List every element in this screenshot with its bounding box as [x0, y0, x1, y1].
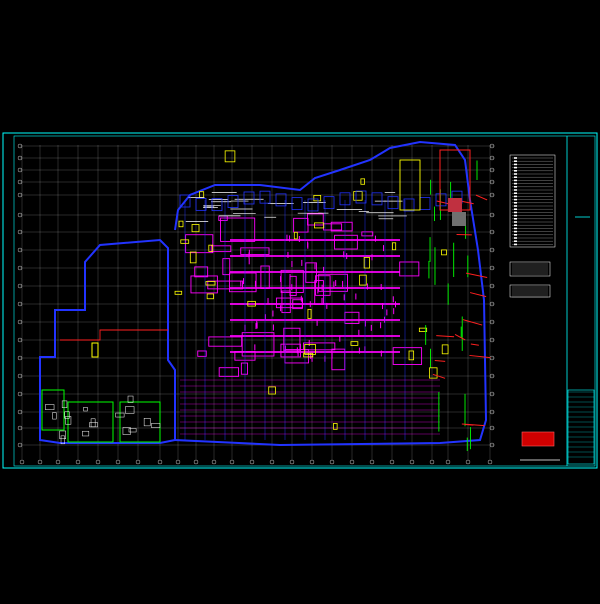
legend-swatch: [514, 176, 517, 178]
legend-swatch: [514, 212, 517, 214]
legend-swatch: [514, 186, 517, 188]
legend-swatch: [514, 167, 517, 169]
legend-swatch: [514, 237, 517, 239]
legend-swatch: [514, 224, 517, 226]
legend-swatch: [514, 157, 517, 159]
legend-swatch: [514, 215, 517, 217]
legend-swatch: [514, 160, 517, 162]
legend-swatch: [514, 231, 517, 233]
floor-plan-svg: [0, 0, 600, 600]
legend-swatch: [514, 196, 517, 198]
legend-swatch: [514, 199, 517, 201]
legend-swatch: [514, 240, 517, 242]
legend-swatch: [514, 170, 517, 172]
legend-swatch: [514, 234, 517, 236]
legend-swatch: [514, 180, 517, 182]
legend-swatch: [514, 202, 517, 204]
legend-swatch: [514, 192, 517, 194]
core-shaft-2: [452, 212, 466, 226]
legend-stamp: [522, 432, 554, 446]
legend-swatch: [514, 244, 517, 246]
legend-swatch: [514, 173, 517, 175]
legend-swatch: [514, 228, 517, 230]
legend-swatch: [514, 208, 517, 210]
legend-swatch: [514, 218, 517, 220]
legend-swatch: [514, 164, 517, 166]
cad-drawing-canvas: [0, 0, 600, 600]
legend-swatch: [514, 183, 517, 185]
legend-swatch: [514, 221, 517, 223]
legend-swatch: [514, 205, 517, 207]
legend-swatch: [514, 189, 517, 191]
core-shaft: [448, 198, 462, 212]
